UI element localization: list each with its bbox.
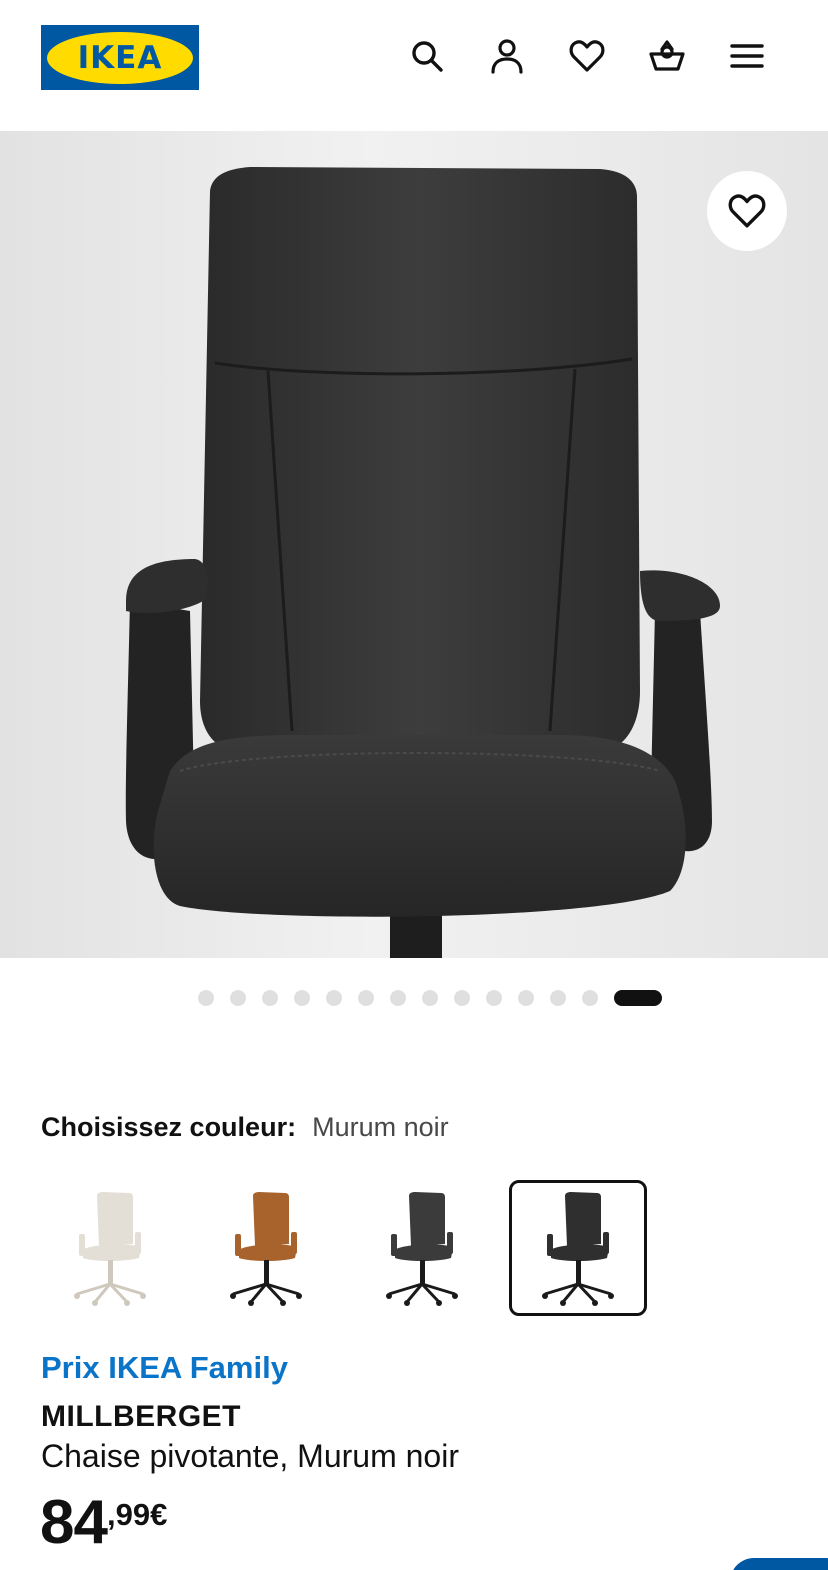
- carousel-dot[interactable]: [422, 989, 438, 1006]
- colour-swatch[interactable]: [509, 1180, 647, 1316]
- product-description: Chaise pivotante, Murum noir: [41, 1438, 459, 1474]
- header: IKEA: [0, 0, 828, 131]
- carousel-pagination: [198, 989, 662, 1006]
- carousel-dot[interactable]: [198, 989, 214, 1006]
- carousel-dot[interactable]: [358, 989, 374, 1006]
- carousel-dot[interactable]: [582, 989, 598, 1006]
- carousel-dot[interactable]: [230, 989, 246, 1006]
- colour-swatch[interactable]: [41, 1180, 179, 1316]
- price-decimal: ,99€: [106, 1497, 168, 1532]
- account-icon[interactable]: [487, 36, 527, 76]
- chair-thumbnail: [74, 1192, 146, 1306]
- chair-thumbnail: [386, 1192, 458, 1306]
- carousel-dot[interactable]: [454, 989, 470, 1006]
- product-image-carousel[interactable]: [0, 131, 828, 958]
- logo-oval: IKEA: [47, 31, 193, 84]
- ikea-logo[interactable]: IKEA: [41, 25, 199, 90]
- carousel-dot[interactable]: [614, 989, 662, 1006]
- carousel-dot[interactable]: [550, 989, 566, 1006]
- carousel-dot[interactable]: [326, 989, 342, 1006]
- floating-action-button[interactable]: [730, 1558, 828, 1570]
- colour-label: Choisissez couleur:: [41, 1112, 297, 1142]
- carousel-dot[interactable]: [518, 989, 534, 1006]
- cart-icon[interactable]: [647, 36, 687, 76]
- carousel-dot[interactable]: [262, 989, 278, 1006]
- product-image: [125, 167, 720, 958]
- price-integer: 84: [40, 1488, 108, 1557]
- product-name: MILLBERGET: [41, 1400, 241, 1433]
- search-icon[interactable]: [407, 36, 447, 76]
- menu-icon[interactable]: [727, 36, 767, 76]
- logo-text: IKEA: [77, 39, 163, 76]
- heart-icon: [728, 194, 766, 228]
- colour-value: Murum noir: [312, 1112, 449, 1142]
- add-to-favourites-button[interactable]: [707, 171, 787, 251]
- carousel-dot[interactable]: [390, 989, 406, 1006]
- heart-icon[interactable]: [567, 36, 607, 76]
- chair-thumbnail: [542, 1192, 614, 1306]
- colour-chooser: Choisissez couleur: Murum noir: [41, 1112, 449, 1143]
- family-price-label[interactable]: Prix IKEA Family: [41, 1350, 288, 1386]
- carousel-dot[interactable]: [486, 989, 502, 1006]
- product-price: 84 ,99€: [40, 1486, 167, 1560]
- colour-swatch[interactable]: [353, 1180, 491, 1316]
- carousel-dot[interactable]: [294, 989, 310, 1006]
- chair-thumbnail: [230, 1192, 302, 1306]
- colour-swatch[interactable]: [197, 1180, 335, 1316]
